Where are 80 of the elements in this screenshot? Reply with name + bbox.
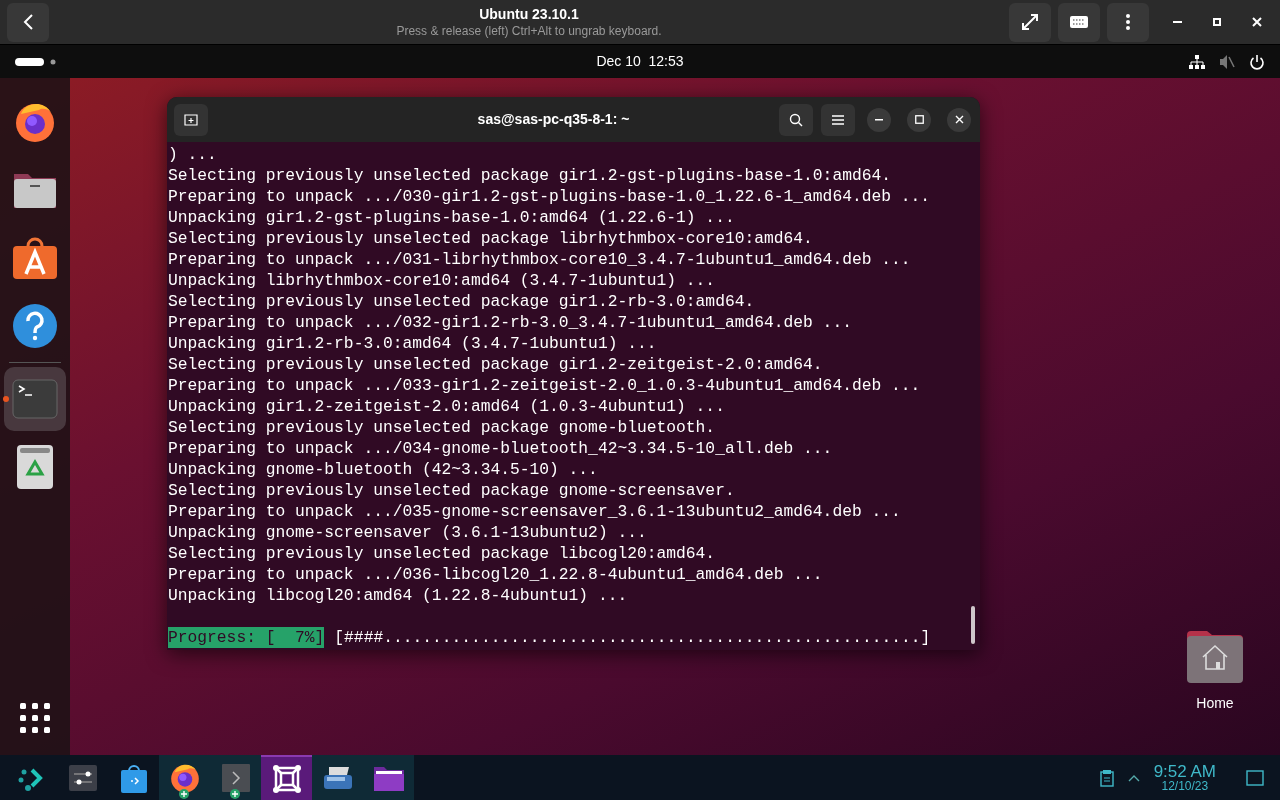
terminal-line: ) ... [168,144,218,165]
plus-badge-icon [230,789,240,799]
search-button[interactable] [779,103,813,136]
close-button[interactable] [947,107,971,132]
fullscreen-button[interactable] [1009,2,1051,42]
terminal-line: Preparing to unpack .../035-gnome-screensaver_3.6.1-13ubuntu2_amd64.deb ... [168,501,902,522]
trash-icon [16,444,54,490]
terminal-line: Preparing to unpack .../036-libcogl20_1.22.8-4ubuntu1_amd64.deb ... [168,564,824,585]
progress-text: [####.......................................................] [334,627,931,648]
window-title: Ubuntu 23.10.1 [479,5,579,23]
help-icon [13,304,57,348]
new-tab-icon [184,113,198,126]
icon-label: Home [1196,694,1234,713]
menu-button[interactable] [821,103,855,136]
scrollbar-thumb[interactable] [971,606,975,644]
muted-speaker-icon[interactable] [1219,53,1235,70]
taskbar-item[interactable] [261,755,312,800]
store-bag-icon [12,236,58,280]
power-icon[interactable] [1249,53,1265,70]
terminal-title: sas@sas-pc-q35-8-1: ~ [477,110,630,129]
terminal-line: Preparing to unpack .../033-gir1.2-zeitgeist-2.0_1.0.3-4ubuntu1_amd64.deb ... [168,375,922,396]
minimize-button[interactable] [867,107,891,132]
frame-icon [271,763,302,794]
app-grid-icon[interactable] [20,703,50,733]
new-tab-button[interactable] [174,103,208,136]
sliders-icon [68,764,97,791]
terminal-line: Selecting previously unselected package gnome-screensaver. [168,480,736,501]
progress-label: Progress: [ 7%] [168,627,325,648]
terminal-line: Preparing to unpack .../031-librhythmbox-core10_3.4.7-1ubuntu1_amd64.deb ... [168,249,912,270]
search-icon [789,112,803,127]
more-icon [1126,14,1130,30]
terminal-line: Selecting previously unselected package librhythmbox-core10:amd64. [168,228,814,249]
taskbar-date[interactable]: 12/10/23 [1161,780,1209,792]
folder-icon [373,764,404,791]
terminal-line: Selecting previously unselected package gir1.2-rb-3.0:amd64. [168,291,756,312]
terminal-line: Preparing to unpack .../030-gir1.2-gst-plugins-base-1.0_1.22.6-1_amd64.deb ... [168,186,931,207]
taskbar-item[interactable] [312,755,363,800]
home-folder-icon[interactable] [1187,631,1243,683]
network-icon[interactable] [1189,54,1205,69]
workspace-indicator-icon[interactable] [15,57,57,66]
terminal-line: Unpacking librhythmbox-core10:amd64 (3.4.7-1ubuntu1) ... [168,270,717,291]
terminal-line: Selecting previously unselected package gir1.2-zeitgeist-2.0:amd64. [168,354,824,375]
taskbar-time[interactable]: 9:52 AM [1153,763,1216,780]
terminal-line: Selecting previously unselected package gir1.2-gst-plugins-base-1.0:amd64. [168,165,892,186]
terminal-line: Unpacking gir1.2-zeitgeist-2.0:amd64 (1.0.3-4ubuntu1) ... [168,396,726,417]
terminal-line: Unpacking gir1.2-rb-3.0:amd64 (3.4.7-1ubuntu1) ... [168,333,658,354]
scanner-icon [322,764,353,791]
terminal-line: Unpacking gnome-bluetooth (42~3.34.5-10) ... [168,459,599,480]
keyboard-button[interactable] [1058,2,1100,42]
clock[interactable]: Dec 10 12:53 [596,51,684,72]
terminal-line: Unpacking libcogl20:amd64 (1.22.8-4ubuntu1) ... [168,585,629,606]
maximize-icon [1213,18,1221,26]
terminal-line: Selecting previously unselected package libcogl20:amd64. [168,543,717,564]
menu-icon [832,114,844,125]
shopping-bag-icon [120,762,147,793]
terminal-line: Unpacking gnome-screensaver (3.6.1-13ubuntu2) ... [168,522,648,543]
maximize-icon [914,115,924,124]
close-icon [954,115,964,124]
terminal-line: Preparing to unpack .../034-gnome-bluetooth_42~3.34.5-10_all.deb ... [168,438,834,459]
terminal-line: Preparing to unpack .../032-gir1.2-rb-3.0_3.4.7-1ubuntu1_amd64.deb ... [168,312,853,333]
terminal-line: Selecting previously unselected package gnome-bluetooth. [168,417,717,438]
chevron-up-icon[interactable] [1127,773,1140,782]
window-subtitle: Press & release (left) Ctrl+Alt to ungrab keyboard. [396,23,662,39]
terminal-icon [12,379,58,419]
minimize-icon [1172,21,1182,23]
menu-button[interactable] [1107,2,1149,42]
terminal-icon [221,763,250,792]
back-icon [22,13,34,31]
taskbar-item[interactable] [159,755,210,800]
minimize-icon [875,118,883,121]
terminal-line: Unpacking gir1.2-gst-plugins-base-1.0:amd64 (1.22.6-1) ... [168,207,736,228]
clipboard-icon[interactable] [1099,768,1114,787]
plus-badge-icon [179,789,189,799]
maximize-button[interactable] [907,107,931,132]
show-desktop-icon[interactable] [1246,769,1264,786]
back-button[interactable] [7,2,49,42]
expand-icon [1021,13,1039,31]
keyboard-icon [1070,16,1088,28]
taskbar-item[interactable] [363,755,414,800]
close-icon [1252,17,1262,27]
